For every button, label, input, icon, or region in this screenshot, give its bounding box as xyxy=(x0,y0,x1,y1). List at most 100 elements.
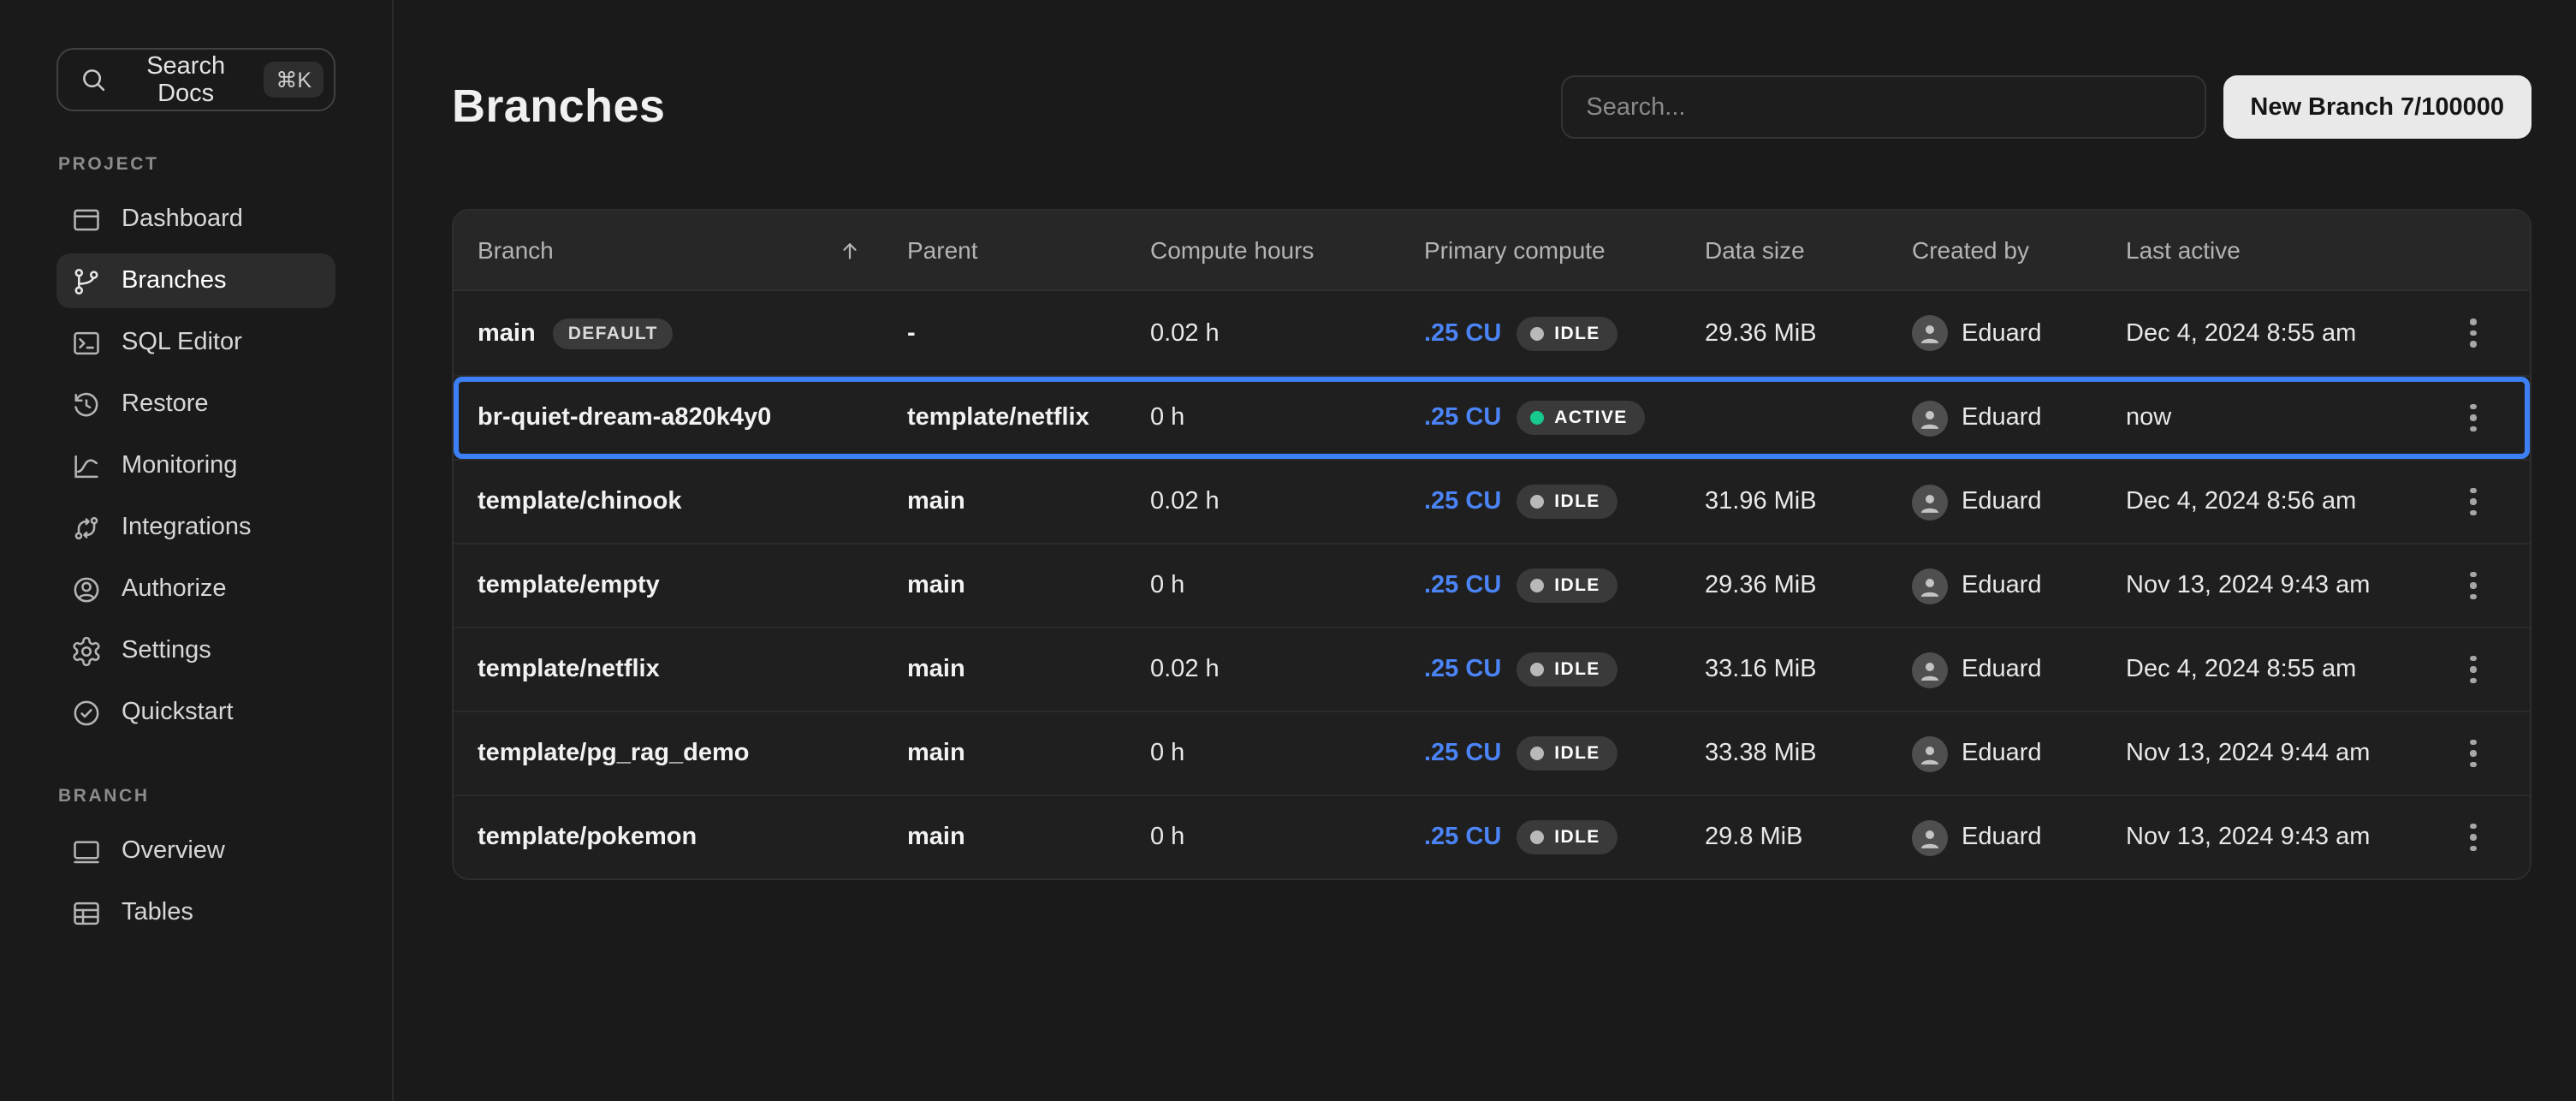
status-dot xyxy=(1530,411,1544,425)
sidebar-item-restore[interactable]: Restore xyxy=(56,377,335,431)
status-badge: IDLE xyxy=(1517,316,1617,350)
search-docs-button[interactable]: Search Docs ⌘K xyxy=(56,48,335,111)
sidebar-item-dashboard[interactable]: Dashboard xyxy=(56,192,335,247)
kebab-menu-icon[interactable] xyxy=(2449,646,2497,693)
kebab-menu-icon[interactable] xyxy=(2449,309,2497,357)
sidebar-item-label: Integrations xyxy=(122,514,252,541)
sidebar-item-label: Tables xyxy=(122,899,193,926)
sidebar-item-label: Monitoring xyxy=(122,452,237,479)
table-row[interactable]: main DEFAULT - 0.02 h .25 CU IDLE 29.36 … xyxy=(454,291,2530,375)
branch-name: template/pokemon xyxy=(478,824,697,851)
section-label-project: PROJECT xyxy=(58,154,335,175)
sidebar-item-label: Authorize xyxy=(122,575,227,603)
tables-icon xyxy=(70,896,103,929)
status-dot xyxy=(1530,747,1544,760)
compute-size: .25 CU xyxy=(1424,319,1501,347)
sidebar-item-monitoring[interactable]: Monitoring xyxy=(56,438,335,493)
table-row[interactable]: template/pg_rag_demo main 0 h .25 CU IDL… xyxy=(454,711,2530,795)
sidebar-item-label: Dashboard xyxy=(122,205,243,233)
authorize-icon xyxy=(70,573,103,605)
table-row[interactable]: template/pokemon main 0 h .25 CU IDLE 29… xyxy=(454,795,2530,878)
kebab-menu-icon[interactable] xyxy=(2449,729,2497,777)
status-badge: IDLE xyxy=(1517,736,1617,771)
compute-hours-cell: 0.02 h xyxy=(1150,319,1424,347)
page-title: Branches xyxy=(452,80,665,134)
status-badge: IDLE xyxy=(1517,820,1617,854)
column-header-compute-hours[interactable]: Compute hours xyxy=(1150,236,1424,264)
table-row-selected[interactable]: br-quiet-dream-a820k4y0 template/netflix… xyxy=(454,375,2530,459)
table-row[interactable]: template/chinook main 0.02 h .25 CU IDLE… xyxy=(454,459,2530,543)
column-header-data-size[interactable]: Data size xyxy=(1705,236,1912,264)
sidebar: Search Docs ⌘K PROJECT Dashboard Branche… xyxy=(0,0,394,1101)
page-header: Branches New Branch 7/100000 xyxy=(452,50,2531,164)
branch-search-input[interactable] xyxy=(1560,75,2205,139)
created-by-cell: Eduard xyxy=(1912,484,2126,520)
status-badge: IDLE xyxy=(1517,568,1617,603)
sidebar-item-sql-editor[interactable]: SQL Editor xyxy=(56,315,335,370)
last-active-cell: Dec 4, 2024 8:55 am xyxy=(2126,319,2417,347)
column-header-parent[interactable]: Parent xyxy=(907,236,1150,264)
sidebar-item-authorize[interactable]: Authorize xyxy=(56,562,335,616)
kebab-menu-icon[interactable] xyxy=(2449,562,2497,610)
sidebar-item-tables[interactable]: Tables xyxy=(56,885,335,940)
data-size-cell: 33.38 MiB xyxy=(1705,740,1912,767)
compute-size: .25 CU xyxy=(1424,740,1501,767)
last-active-cell: Nov 13, 2024 9:43 am xyxy=(2126,572,2417,599)
parent-cell: main xyxy=(907,488,1150,515)
settings-icon xyxy=(70,634,103,667)
sidebar-item-quickstart[interactable]: Quickstart xyxy=(56,685,335,740)
created-by-cell: Eduard xyxy=(1912,568,2126,604)
branches-table: Branch Parent Compute hours Primary comp… xyxy=(452,209,2531,880)
sql-editor-icon xyxy=(70,326,103,359)
compute-size: .25 CU xyxy=(1424,656,1501,683)
last-active-cell: now xyxy=(2126,404,2417,431)
quickstart-icon xyxy=(70,696,103,729)
status-badge: IDLE xyxy=(1517,652,1617,687)
sidebar-item-label: Restore xyxy=(122,390,209,418)
parent-cell: main xyxy=(907,824,1150,851)
status-dot xyxy=(1530,830,1544,844)
compute-hours-cell: 0 h xyxy=(1150,824,1424,851)
compute-hours-cell: 0 h xyxy=(1150,740,1424,767)
search-docs-label: Search Docs xyxy=(123,52,248,107)
main-content: Branches New Branch 7/100000 Branch Pare… xyxy=(394,0,2576,1101)
avatar xyxy=(1912,652,1948,687)
avatar xyxy=(1912,568,1948,604)
data-size-cell: 33.16 MiB xyxy=(1705,656,1912,683)
sidebar-item-label: Quickstart xyxy=(122,699,234,726)
branch-name: template/pg_rag_demo xyxy=(478,740,750,767)
compute-hours-cell: 0 h xyxy=(1150,572,1424,599)
branch-name: template/chinook xyxy=(478,488,682,515)
parent-cell: template/netflix xyxy=(907,404,1150,431)
kebab-menu-icon[interactable] xyxy=(2449,478,2497,526)
data-size-cell: 29.36 MiB xyxy=(1705,572,1912,599)
sort-asc-icon[interactable] xyxy=(837,237,863,263)
status-dot xyxy=(1530,663,1544,676)
parent-cell: - xyxy=(907,319,1150,347)
kebab-menu-icon[interactable] xyxy=(2449,813,2497,861)
new-branch-button[interactable]: New Branch 7/100000 xyxy=(2223,75,2531,139)
data-size-cell: 31.96 MiB xyxy=(1705,488,1912,515)
default-badge: DEFAULT xyxy=(553,318,674,348)
sidebar-item-settings[interactable]: Settings xyxy=(56,623,335,678)
table-row[interactable]: template/empty main 0 h .25 CU IDLE 29.3… xyxy=(454,543,2530,627)
kebab-menu-icon[interactable] xyxy=(2449,394,2497,442)
status-dot xyxy=(1530,579,1544,592)
branch-name: br-quiet-dream-a820k4y0 xyxy=(478,404,771,431)
branches-page: Search Docs ⌘K PROJECT Dashboard Branche… xyxy=(0,0,2576,1101)
table-row[interactable]: template/netflix main 0.02 h .25 CU IDLE… xyxy=(454,627,2530,711)
restore-icon xyxy=(70,388,103,420)
sidebar-item-branches[interactable]: Branches xyxy=(56,253,335,308)
created-by-cell: Eduard xyxy=(1912,819,2126,855)
sidebar-item-integrations[interactable]: Integrations xyxy=(56,500,335,555)
column-header-last-active[interactable]: Last active xyxy=(2126,236,2417,264)
search-icon xyxy=(79,65,108,94)
last-active-cell: Nov 13, 2024 9:44 am xyxy=(2126,740,2417,767)
sidebar-item-overview[interactable]: Overview xyxy=(56,824,335,878)
parent-cell: main xyxy=(907,740,1150,767)
column-header-created-by[interactable]: Created by xyxy=(1912,236,2126,264)
column-header-branch[interactable]: Branch xyxy=(454,236,907,264)
integrations-icon xyxy=(70,511,103,544)
overview-icon xyxy=(70,835,103,867)
column-header-primary-compute[interactable]: Primary compute xyxy=(1424,236,1705,264)
